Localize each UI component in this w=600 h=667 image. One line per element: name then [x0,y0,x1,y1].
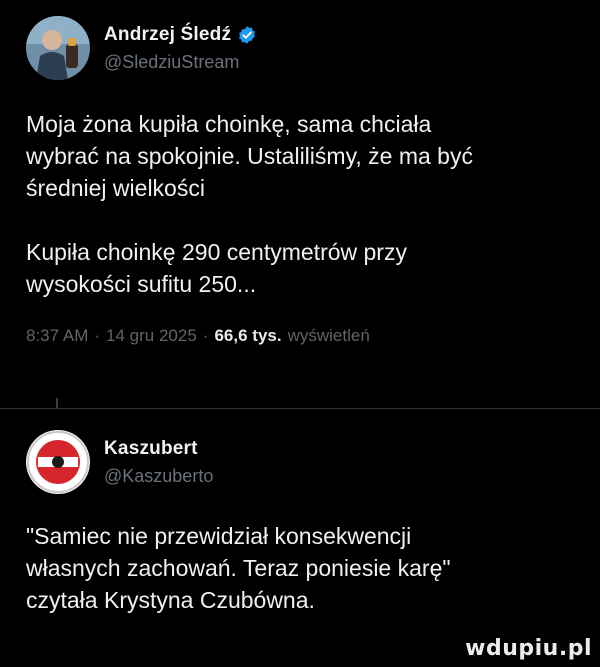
verified-badge-icon [239,25,256,44]
reply-header: Kaszubert @Kaszuberto [26,428,580,496]
tweet-text: Moja żona kupiła choinkę, sama chciała w… [26,111,473,297]
reply-tweet: Kaszubert @Kaszuberto "Samiec nie przewi… [26,428,580,616]
avatar[interactable] [26,16,90,80]
reply-author-names: Kaszubert @Kaszuberto [104,438,213,487]
author-display-name[interactable]: Andrzej Śledź [104,24,257,46]
author-names: Andrzej Śledź @SledziuStream [104,24,257,73]
views-label: wyświetleń [287,326,370,345]
tweet-date[interactable]: 14 gru 2025 [106,326,197,346]
reply-avatar[interactable] [26,430,90,494]
reply-display-name-text: Kaszubert [104,437,198,459]
author-handle[interactable]: @SledziuStream [104,52,257,73]
reply-text: "Samiec nie przewidział konsekwencji wła… [26,523,451,613]
divider [0,408,600,409]
reply-handle[interactable]: @Kaszuberto [104,466,213,487]
avatar-image [26,16,90,80]
reply-display-name[interactable]: Kaszubert [104,438,213,460]
meta-separator: · [94,326,101,345]
tweet-header: Andrzej Śledź @SledziuStream [26,14,580,82]
meta-separator: · [202,326,209,345]
reply-avatar-image [26,430,90,494]
thread-connector [56,398,58,408]
main-tweet: Andrzej Śledź @SledziuStream Moja żona k… [26,14,580,346]
tweet-time[interactable]: 8:37 AM [26,326,88,346]
views-count: 66,6 tys. [214,326,282,345]
author-display-name-text: Andrzej Śledź [104,23,232,45]
tweet-meta: 8:37 AM · 14 gru 2025 · 66,6 tys. wyświe… [26,326,580,346]
site-watermark: wdupiu.pl [465,636,592,661]
